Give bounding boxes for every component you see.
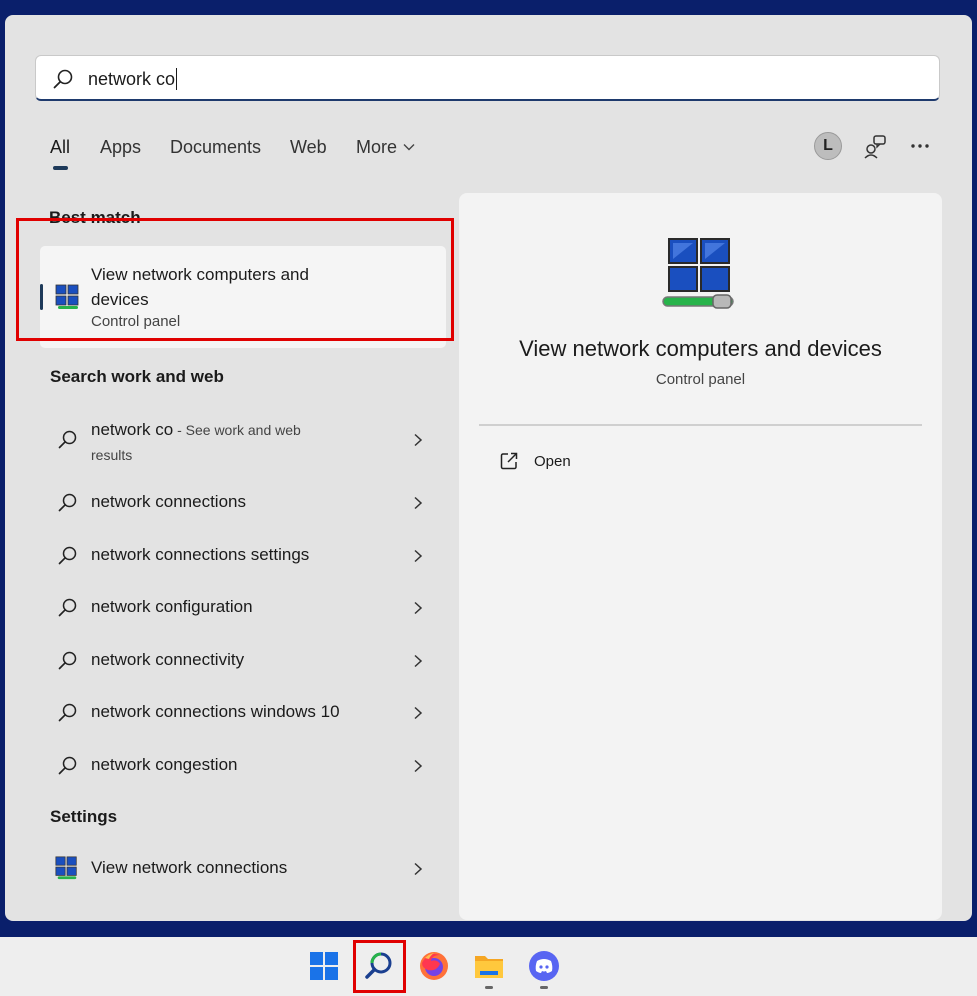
search-icon	[53, 69, 73, 89]
web-result-label: network configuration	[91, 597, 253, 616]
open-label: Open	[534, 453, 571, 470]
discord-icon[interactable]	[527, 949, 561, 983]
web-result-row[interactable]: network configuration	[40, 584, 446, 632]
search-work-web-heading: Search work and web	[50, 367, 224, 386]
search-icon	[58, 430, 77, 449]
web-result-label: network connections windows 10	[91, 702, 340, 721]
chevron-down-icon	[403, 144, 415, 151]
network-connections-icon	[55, 856, 77, 880]
web-result-query: network co	[91, 420, 174, 439]
network-computers-large-icon	[662, 238, 734, 309]
best-match-highlight	[16, 218, 454, 341]
feedback-icon[interactable]	[861, 132, 889, 160]
search-box[interactable]: network co	[35, 55, 940, 101]
taskbar	[0, 937, 977, 996]
settings-heading: Settings	[50, 807, 118, 826]
open-external-icon	[500, 452, 518, 470]
settings-result-label: View network connections	[91, 858, 288, 877]
web-result-row[interactable]: network connections	[40, 479, 446, 527]
chevron-right-icon	[414, 496, 423, 510]
discord-running-indicator	[540, 986, 548, 989]
ellipsis-icon[interactable]	[906, 132, 934, 160]
search-icon	[58, 703, 77, 722]
web-result-row[interactable]: network connections settings	[40, 532, 446, 580]
preview-divider	[479, 424, 922, 426]
web-result-label: network connections settings	[91, 545, 310, 564]
file-explorer-icon[interactable]	[472, 949, 506, 983]
account-avatar[interactable]: L	[814, 132, 842, 160]
start-search-panel: network co All Apps Documents Web More L…	[5, 15, 972, 921]
tab-more-label: More	[356, 137, 398, 157]
tab-more[interactable]: More	[356, 137, 415, 158]
search-icon	[58, 756, 77, 775]
tab-all[interactable]: All	[50, 137, 70, 158]
web-result-label: network connectivity	[91, 650, 245, 669]
web-result-row[interactable]: network congestion	[40, 742, 446, 790]
web-result-label: network connections	[91, 492, 246, 511]
firefox-icon[interactable]	[417, 949, 451, 983]
chevron-right-icon	[414, 862, 423, 876]
settings-result-row[interactable]: View network connections	[40, 844, 446, 892]
file-explorer-running-indicator	[485, 986, 493, 989]
tab-documents[interactable]: Documents	[170, 137, 261, 158]
tab-apps[interactable]: Apps	[100, 137, 141, 158]
web-result-text: network co - See work and web results	[91, 417, 341, 468]
search-input[interactable]: network co	[88, 68, 178, 90]
open-action[interactable]: Open	[489, 449, 689, 479]
search-icon	[58, 651, 77, 670]
start-icon[interactable]	[307, 949, 341, 983]
chevron-right-icon	[414, 759, 423, 773]
chevron-right-icon	[414, 601, 423, 615]
active-tab-indicator	[53, 166, 68, 170]
preview-pane: View network computers and devices Contr…	[459, 193, 942, 920]
preview-subtitle: Control panel	[655, 371, 746, 388]
web-result-row[interactable]: network connectivity	[40, 637, 446, 685]
search-icon	[58, 546, 77, 565]
taskbar-search-highlight	[353, 940, 406, 993]
web-result-row[interactable]: network connections windows 10	[40, 689, 446, 737]
search-icon	[58, 493, 77, 512]
tab-web[interactable]: Web	[290, 137, 327, 158]
web-result-label: network congestion	[91, 755, 238, 774]
search-icon	[58, 598, 77, 617]
chevron-right-icon	[414, 654, 423, 668]
preview-title: View network computers and devices	[519, 336, 882, 361]
chevron-right-icon	[414, 549, 423, 563]
chevron-right-icon	[414, 433, 423, 447]
chevron-right-icon	[414, 706, 423, 720]
web-result-row[interactable]: network co - See work and web results	[40, 412, 446, 470]
